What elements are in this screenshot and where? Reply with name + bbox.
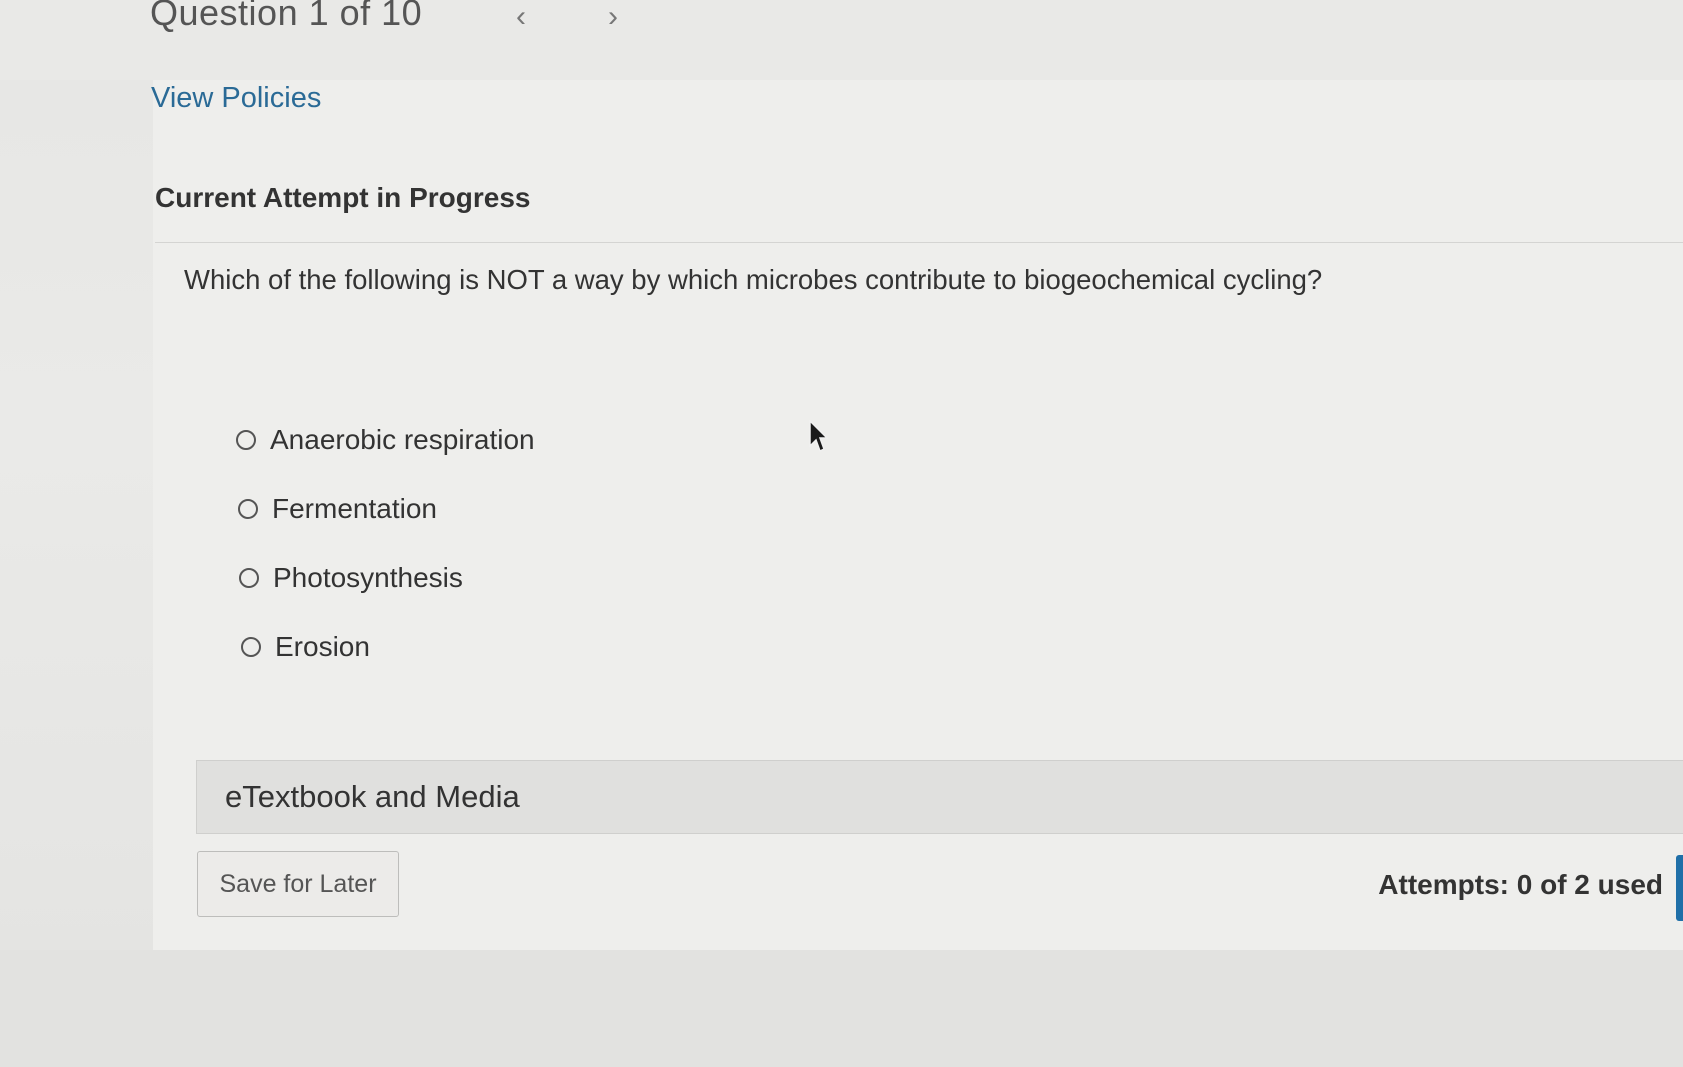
attempt-heading: Current Attempt in Progress	[155, 182, 531, 213]
answer-option-photosynthesis[interactable]: Photosynthesis	[239, 558, 463, 598]
option-label: Anaerobic respiration	[270, 424, 535, 455]
save-for-later-button[interactable]: Save for Later	[197, 851, 399, 917]
attempts-counter: Attempts: 0 of 2 used	[1378, 869, 1663, 900]
question-text: Which of the following is NOT a way by w…	[184, 264, 1323, 295]
option-label: Fermentation	[272, 493, 437, 524]
question-counter: Question 1 of 10	[150, 0, 423, 33]
answer-option-erosion[interactable]: Erosion	[241, 627, 370, 667]
radio-button[interactable]	[236, 430, 256, 450]
mouse-cursor-icon	[809, 420, 828, 453]
option-label: Photosynthesis	[273, 562, 463, 593]
chevron-left-icon[interactable]: ‹	[516, 0, 526, 34]
chevron-right-icon[interactable]: ›	[608, 0, 618, 34]
option-label: Erosion	[275, 631, 370, 662]
radio-button[interactable]	[241, 637, 261, 657]
media-label: eTextbook and Media	[225, 779, 520, 814]
etextbook-media-bar[interactable]: eTextbook and Media	[196, 760, 1683, 834]
view-policies-link[interactable]: View Policies	[151, 82, 321, 115]
divider	[155, 242, 1683, 243]
answer-option-anaerobic-respiration[interactable]: Anaerobic respiration	[236, 420, 535, 460]
answer-option-fermentation[interactable]: Fermentation	[238, 489, 437, 529]
quiz-page: Question 1 of 10 ‹ › View Policies Curre…	[0, 0, 1683, 1067]
submit-button-edge[interactable]	[1676, 855, 1683, 921]
page-background-bottom	[0, 950, 1683, 1067]
radio-button[interactable]	[239, 568, 259, 588]
radio-button[interactable]	[238, 499, 258, 519]
